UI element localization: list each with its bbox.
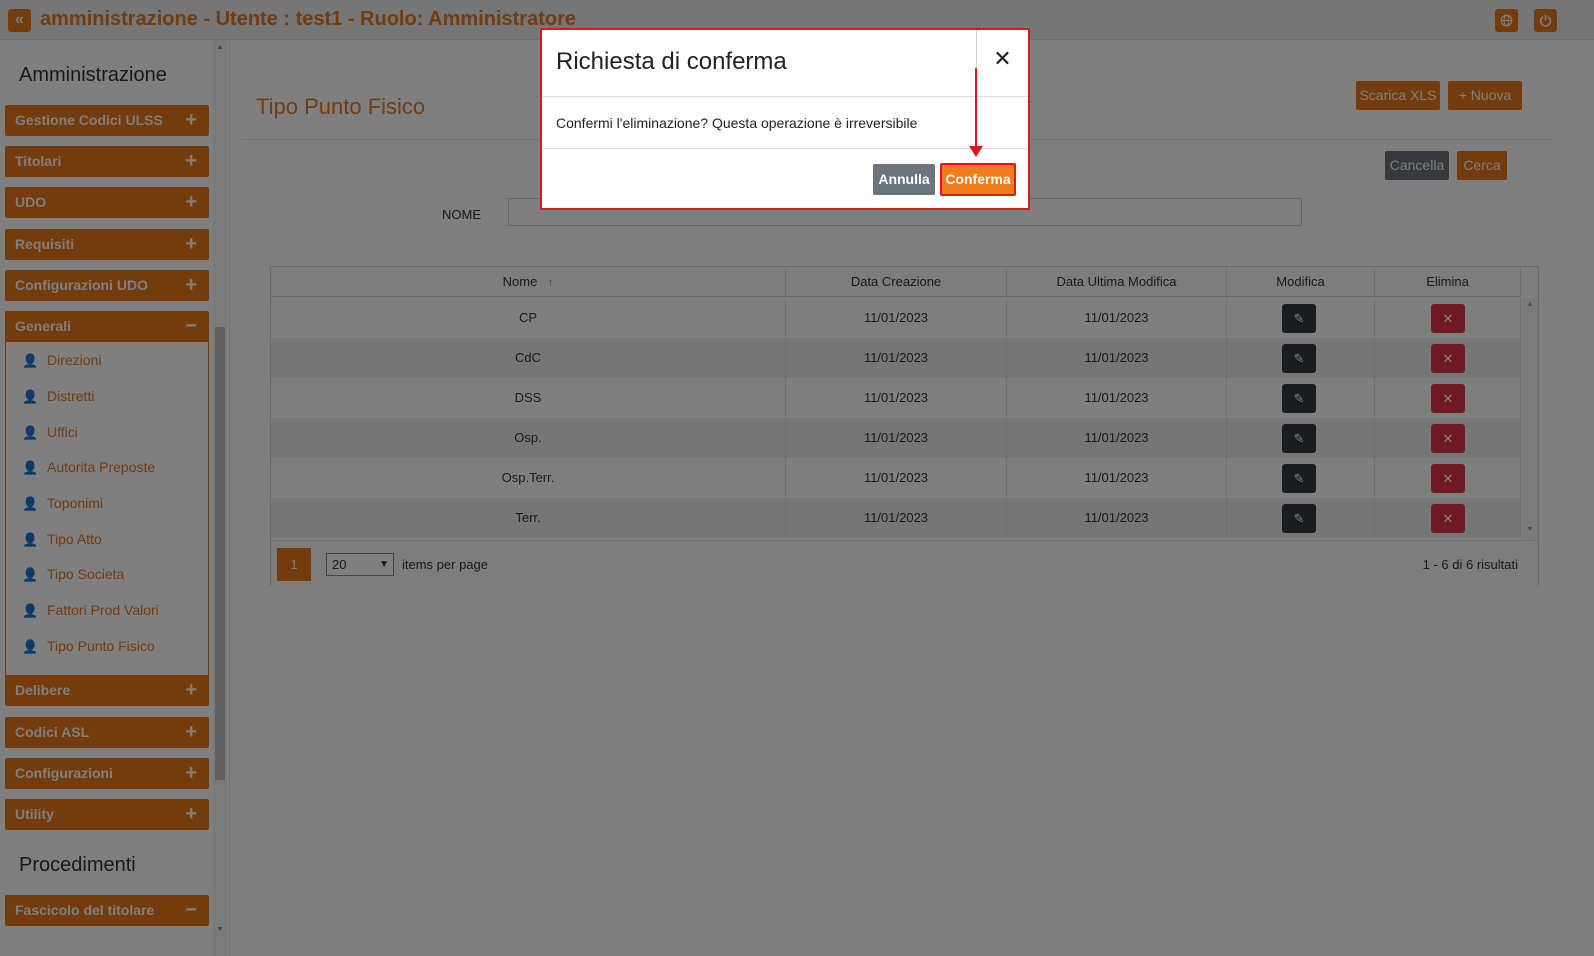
annotation-arrow-line xyxy=(975,68,977,146)
confirm-dialog: Richiesta di conferma ✕ Confermi l'elimi… xyxy=(540,28,1030,210)
dialog-message: Confermi l'eliminazione? Questa operazio… xyxy=(556,115,918,131)
close-icon[interactable]: ✕ xyxy=(976,30,1028,87)
annulla-button[interactable]: Annulla xyxy=(873,164,935,195)
conferma-button[interactable]: Conferma xyxy=(940,163,1016,196)
divider xyxy=(542,148,1028,149)
annotation-arrow-head xyxy=(969,146,983,157)
divider xyxy=(542,96,1028,97)
dialog-title: Richiesta di conferma xyxy=(556,48,787,75)
